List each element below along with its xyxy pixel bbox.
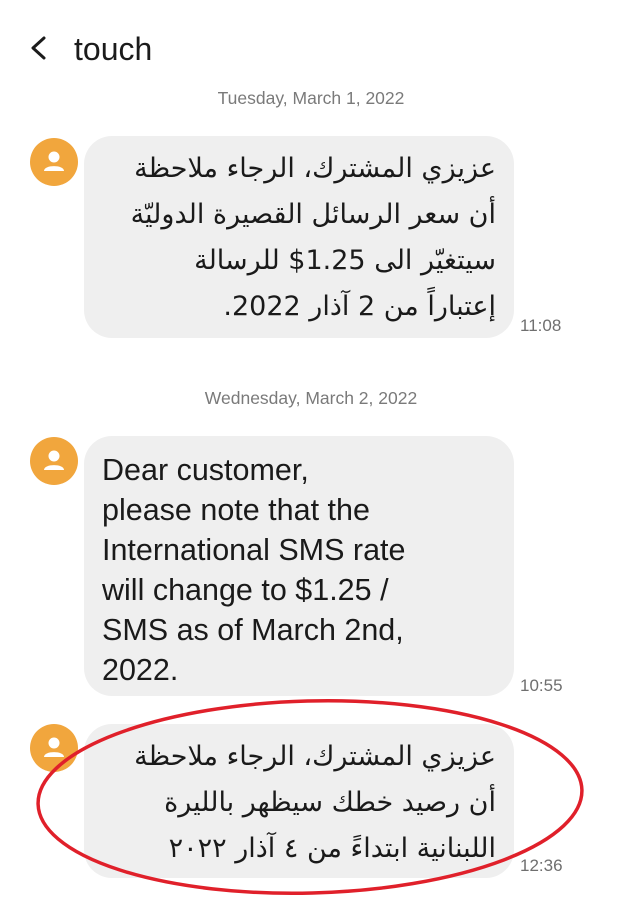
person-icon <box>44 450 64 470</box>
avatar[interactable] <box>30 724 78 772</box>
back-button[interactable] <box>26 30 52 66</box>
message-bubble[interactable]: عزيزي المشترك، الرجاء ملاحظة أن رصيد خطك… <box>84 724 514 878</box>
avatar[interactable] <box>30 138 78 186</box>
person-icon <box>44 151 64 171</box>
contact-name: touch <box>74 31 153 67</box>
message-text-line: عزيزي المشترك، الرجاء ملاحظة <box>134 741 496 772</box>
chevron-left-icon <box>31 36 46 60</box>
message-text-line: SMS as of March 2nd, <box>102 613 404 647</box>
person-icon <box>44 737 64 757</box>
message-time: 10:55 <box>520 676 563 695</box>
message-bubble[interactable]: عزيزي المشترك، الرجاء ملاحظة أن سعر الرس… <box>84 136 514 338</box>
date-separator: Tuesday, March 1, 2022 <box>217 88 405 108</box>
message-text-line: اللبنانية ابتداءً من ٤ آذار ٢٠٢٢ <box>168 833 496 864</box>
avatar[interactable] <box>30 437 78 485</box>
message-text-line: أن رصيد خطك سيظهر بالليرة <box>164 787 496 818</box>
message-bubble[interactable]: Dear customer, please note that the Inte… <box>84 436 514 696</box>
date-separator: Wednesday, March 2, 2022 <box>204 388 418 408</box>
message-text-line: أن سعر الرسائل القصيرة الدوليّة <box>130 199 496 230</box>
message-text-line: عزيزي المشترك، الرجاء ملاحظة <box>134 153 496 184</box>
message-text-line: Dear customer, <box>102 453 309 487</box>
message-text-line: will change to $1.25 / <box>102 573 389 607</box>
conversation-header: touch <box>0 0 622 96</box>
message-time: 12:36 <box>520 856 563 875</box>
message-text-line: International SMS rate <box>102 533 406 567</box>
message-text-line: 2022. <box>102 653 179 687</box>
header-blank-area <box>182 0 608 58</box>
message-time: 11:08 <box>520 316 562 335</box>
message-text-line: please note that the <box>102 493 370 527</box>
message-text-line: سيتغيّر الى 1.25$ للرسالة <box>194 245 496 276</box>
message-text-line: إعتباراً من 2 آذار 2022. <box>223 291 496 322</box>
